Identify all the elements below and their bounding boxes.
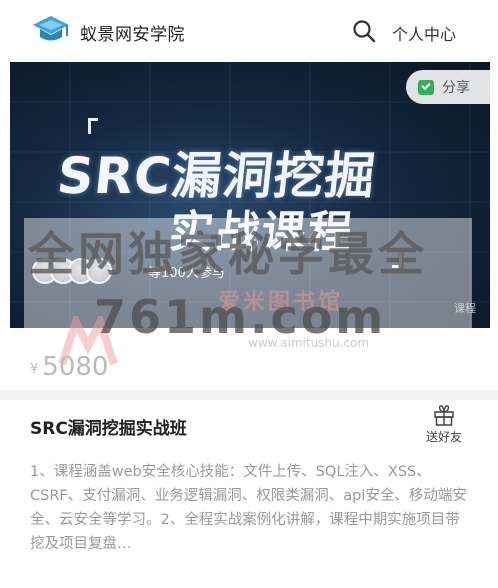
price-currency: ¥ xyxy=(30,362,39,377)
user-center-link[interactable]: 个人中心 xyxy=(392,21,456,45)
search-icon[interactable] xyxy=(352,19,376,43)
top-header: 蚁景网安学院 个人中心 xyxy=(0,0,498,62)
gift-icon xyxy=(434,405,454,426)
gift-label: 送好友 xyxy=(425,430,462,444)
site-name[interactable]: 蚁景网安学院 xyxy=(80,20,185,45)
price-amount: 5080 xyxy=(42,352,109,382)
course-title: SRC漏洞挖掘实战班 xyxy=(30,419,187,439)
course-description-text: 1、课程涵盖web安全核心技能：文件上传、SQL注入、XSS、CSRF、支付漏洞… xyxy=(30,464,467,552)
gift-to-friend-button[interactable]: 送好友 xyxy=(422,404,466,445)
course-price: ¥5080 xyxy=(30,352,108,382)
banner-bracket-left xyxy=(88,118,98,134)
course-description: 1、课程涵盖web安全核心技能：文件上传、SQL注入、XSS、CSRF、支付漏洞… xyxy=(30,460,472,580)
share-check-icon xyxy=(418,79,434,95)
share-label: 分享 xyxy=(442,80,470,96)
watermark-url: www.aimitushu.com xyxy=(248,336,370,350)
section-divider xyxy=(0,390,498,400)
watermark-text-top: 全网独家秘学最全 xyxy=(28,227,428,281)
graduation-cap-icon[interactable] xyxy=(32,14,70,46)
share-button[interactable]: 分享 xyxy=(406,70,490,104)
